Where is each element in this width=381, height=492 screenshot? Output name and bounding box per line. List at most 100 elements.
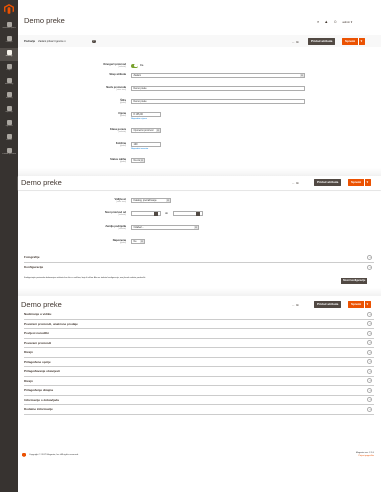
country-select[interactable]: Odaberi... <box>131 225 199 230</box>
collapsible-section[interactable]: Dodatne informacije <box>18 404 381 414</box>
price-input[interactable]: € 135,00 <box>131 112 161 117</box>
configurations-note: Konfigurirajte proizvode dodavanjem atri… <box>24 277 146 279</box>
section-title: Povezani proizvodi <box>24 340 52 345</box>
expand-icon[interactable] <box>367 359 372 364</box>
collapsible-section[interactable]: Poveženi proizvodi, unakrsne prodaje <box>18 319 381 329</box>
sidebar-item-marketing[interactable]: Marketing <box>0 76 18 89</box>
collapsible-section[interactable]: Prilagođenje dizajna <box>18 385 381 395</box>
sticky-save-button-label-2: Spremi <box>351 301 362 306</box>
collapsible-section[interactable]: Prilagođavanje obavijesti <box>18 366 381 376</box>
chevron-down-icon[interactable]: ▾ <box>364 178 368 186</box>
expand-icon[interactable] <box>367 368 372 374</box>
sidebar-item-stores[interactable]: Trgovine <box>0 118 18 131</box>
account-icon[interactable]: ☺ <box>333 19 337 24</box>
chevron-down-icon[interactable]: ▾ <box>358 37 362 45</box>
field-scope: [store view] <box>116 201 126 203</box>
field-scope: [store view] <box>116 89 126 91</box>
calendar-icon[interactable] <box>154 211 158 216</box>
page-title: Demo preke <box>24 16 65 25</box>
form-row-visibility: Vidljivost [store view] Katalog, pretraž… <box>18 198 381 205</box>
bell-icon[interactable]: ▲ <box>324 19 328 24</box>
chevron-down-icon[interactable]: ▾ <box>364 300 368 308</box>
search-icon[interactable]: ⌕ <box>317 19 319 24</box>
date-range-to-label: do <box>165 211 168 215</box>
save-button[interactable]: Spremi ▾ <box>342 37 366 45</box>
magento-logo-icon[interactable] <box>4 4 14 14</box>
sticky-back-button-2[interactable]: ← Iši <box>292 303 299 307</box>
section-title: Informacije o dobavljaču <box>24 397 60 402</box>
sidebar-item-system[interactable]: Sustav <box>0 132 18 145</box>
attribute-set-select[interactable]: Zadani <box>131 73 305 78</box>
expand-icon[interactable] <box>367 264 372 270</box>
sidebar-item-dashboard[interactable]: Nadzorna ploča <box>0 20 18 33</box>
magento-footer-logo-icon <box>22 452 26 457</box>
collapsible-section[interactable]: Povezani proizvodi <box>18 338 381 348</box>
sidebar-item-catalog[interactable]: Katalog <box>0 48 18 61</box>
section-title: Prilagođenje dizajna <box>24 388 54 392</box>
add-attribute-button[interactable]: Pridod atributa <box>308 37 336 45</box>
section-title: Dodatne informacije <box>24 407 53 411</box>
create-configurations-button[interactable]: Stvori konfiguracije <box>341 278 368 284</box>
collapsible-section[interactable]: Nadziranje u vidiku <box>18 309 381 319</box>
collapsible-section[interactable]: Dizajn <box>18 347 381 357</box>
expand-icon[interactable] <box>367 321 372 326</box>
note-select[interactable]: Ne <box>131 239 145 244</box>
sticky-add-attribute-button[interactable]: Pridod atributa <box>314 178 342 186</box>
collapsible-section[interactable]: Dizajn <box>18 376 381 386</box>
sidebar-item-partners[interactable]: Pronađi partnere <box>0 146 18 159</box>
collapsible-section[interactable]: Povijest narudžbi <box>18 328 381 338</box>
sidebar-item-reports[interactable]: Izvještaji <box>0 104 18 117</box>
enable-product-toggle[interactable] <box>131 63 138 68</box>
stock-status-select[interactable]: Na zalihi <box>131 158 145 163</box>
sticky-back-button[interactable]: ← Iši <box>292 181 299 185</box>
visibility-select[interactable]: Katalog, pretraživanje <box>131 198 171 203</box>
collapsible-section[interactable]: Prilagođene opcije <box>18 357 381 367</box>
store-switcher-value[interactable]: Zadani prikaz trgovine ▾ <box>38 40 66 43</box>
expand-icon[interactable] <box>367 254 372 260</box>
section-title: Prilagođavanje obavijesti <box>24 369 61 373</box>
collapsible-section[interactable]: Informacije o dobavljaču <box>18 395 381 405</box>
store-switcher-label: Područje <box>24 40 36 43</box>
expand-icon[interactable] <box>367 340 372 345</box>
expand-icon[interactable] <box>367 378 372 383</box>
section-configurations[interactable]: Konfiguracije <box>18 262 381 272</box>
expand-icon[interactable] <box>367 330 372 336</box>
section-title: Prilagođene opcije <box>24 359 51 364</box>
form-row-quantity: Količina [global] 100 Napredni inventar <box>18 142 381 150</box>
back-button[interactable]: ← Iši <box>292 40 299 44</box>
tax-class-select[interactable]: Oporezivi proizvod <box>131 128 161 133</box>
calendar-icon[interactable] <box>196 211 200 216</box>
section-photos[interactable]: Fotografije <box>18 252 381 262</box>
advanced-inventory-link[interactable]: Napredni inventar <box>131 148 148 150</box>
help-icon[interactable]: ? <box>92 39 96 43</box>
section-title: Dizajn <box>24 378 33 383</box>
field-scope: [website] <box>118 131 126 133</box>
admin-sidebar: Nadzorna ploča Prodaja Katalog Kupci Mar… <box>0 0 18 492</box>
form-row-stock-status: Status zaliha [global] Na zalihi <box>18 158 381 165</box>
sticky-save-button-label: Spremi <box>351 179 362 184</box>
form-row-enable: Omogući proizvod [website] Da <box>18 63 381 70</box>
expand-icon[interactable] <box>367 406 372 412</box>
section-title: Nadziranje u vidiku <box>24 312 52 316</box>
sticky-save-button[interactable]: Spremi ▾ <box>348 178 372 186</box>
expand-icon[interactable] <box>367 311 372 317</box>
sku-input[interactable]: Demo preke <box>131 99 305 104</box>
form-row-country: Zemlja podrijetla [website] Odaberi... <box>18 225 381 232</box>
product-name-input[interactable]: Demo preke <box>131 86 305 91</box>
sticky-save-button-2[interactable]: Spremi ▾ <box>348 300 372 308</box>
store-switcher[interactable]: Područje Zadani prikaz trgovine ▾ <box>24 40 66 43</box>
form-row-tax-class: Klasa poreza [website] Oporezivi proizvo… <box>18 128 381 135</box>
sidebar-item-content[interactable]: Sadržaj <box>0 90 18 103</box>
user-menu[interactable]: admin ▾ <box>342 20 352 24</box>
sidebar-item-sales[interactable]: Prodaja <box>0 34 18 47</box>
report-bug-link[interactable]: Prijavi pogrešku <box>356 455 374 457</box>
sidebar-item-customers[interactable]: Kupci <box>0 62 18 75</box>
quantity-input[interactable]: 100 <box>131 142 161 147</box>
sticky-add-attribute-button-2[interactable]: Pridod atributa <box>314 300 342 308</box>
expand-icon[interactable] <box>367 397 372 402</box>
advanced-pricing-link[interactable]: Napredne cijene <box>131 118 147 120</box>
form-row-new-from: Novi proizvod od [website] do <box>18 211 381 218</box>
expand-icon[interactable] <box>367 387 372 393</box>
expand-icon[interactable] <box>367 349 372 355</box>
field-label: Skup atributa <box>109 73 126 76</box>
